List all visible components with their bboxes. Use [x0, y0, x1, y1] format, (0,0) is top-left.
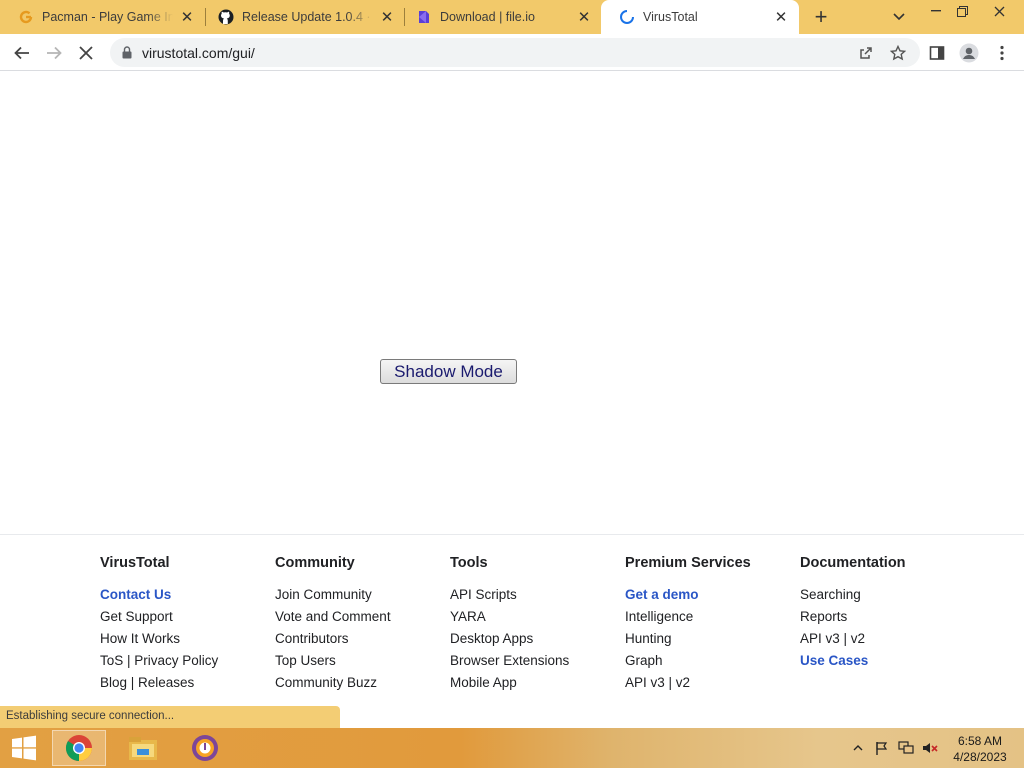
- tab-strip: Pacman - Play Game Inst ✕ Release Update…: [0, 0, 1024, 34]
- browser-toolbar: virustotal.com/gui/: [0, 34, 1024, 71]
- footer-link-hunting[interactable]: Hunting: [625, 630, 751, 652]
- tor-browser-icon[interactable]: [178, 730, 232, 766]
- url-text[interactable]: virustotal.com/gui/: [142, 45, 255, 61]
- show-hidden-icons-icon[interactable]: [850, 740, 866, 756]
- footer-link-graph[interactable]: Graph: [625, 652, 751, 674]
- close-tab-icon[interactable]: ✕: [379, 9, 395, 26]
- status-bubble: Establishing secure connection...: [0, 706, 340, 728]
- google-doodle-icon: [18, 9, 34, 25]
- footer-link-api-v3-v2-docs[interactable]: API v3 | v2: [800, 630, 906, 652]
- github-icon: [218, 9, 234, 25]
- footer-link-searching[interactable]: Searching: [800, 586, 906, 608]
- share-icon[interactable]: [856, 43, 876, 63]
- lock-icon[interactable]: [122, 46, 132, 64]
- footer-link-desktop-apps[interactable]: Desktop Apps: [450, 630, 569, 652]
- page-content: Shadow Mode VirusTotal Contact Us Get Su…: [0, 72, 1024, 728]
- network-icon[interactable]: [898, 740, 914, 756]
- tab-pacman[interactable]: Pacman - Play Game Inst ✕: [0, 0, 205, 34]
- chrome-icon[interactable]: [52, 730, 106, 766]
- footer-heading: Premium Services: [625, 555, 751, 571]
- footer-link-how-it-works[interactable]: How It Works: [100, 630, 218, 652]
- forward-arrow-icon[interactable]: [41, 40, 67, 66]
- footer-column-documentation: Documentation Searching Reports API v3 |…: [800, 555, 906, 674]
- clock-time: 6:58 AM: [957, 734, 1003, 748]
- side-panel-icon[interactable]: [924, 40, 950, 66]
- action-center-flag-icon[interactable]: [874, 740, 890, 756]
- tab-title: Pacman - Play Game Inst: [42, 10, 173, 24]
- footer-link-reports[interactable]: Reports: [800, 608, 906, 630]
- tab-title: Download | file.io: [440, 10, 535, 24]
- close-tab-icon[interactable]: ✕: [179, 9, 195, 26]
- address-bar[interactable]: virustotal.com/gui/: [110, 38, 920, 67]
- footer-link-intelligence[interactable]: Intelligence: [625, 608, 751, 630]
- profile-avatar-icon[interactable]: [956, 40, 982, 66]
- footer-column-community: Community Join Community Vote and Commen…: [275, 555, 391, 696]
- menu-kebab-icon[interactable]: [989, 40, 1015, 66]
- new-tab-button[interactable]: +: [809, 4, 833, 29]
- fileio-icon: [416, 9, 432, 25]
- footer-link-community-buzz[interactable]: Community Buzz: [275, 674, 391, 696]
- footer-link-blog-releases[interactable]: Blog | Releases: [100, 674, 218, 696]
- system-clock[interactable]: 6:58 AM 4/28/2023: [946, 733, 1014, 765]
- footer-link-top-users[interactable]: Top Users: [275, 652, 391, 674]
- close-window-icon[interactable]: [982, 0, 1016, 22]
- stop-loading-icon[interactable]: [73, 40, 99, 66]
- volume-muted-icon[interactable]: [922, 740, 938, 756]
- tab-title: Release Update 1.0.4 · the: [242, 10, 373, 24]
- footer-link-vote-comment[interactable]: Vote and Comment: [275, 608, 391, 630]
- footer-heading: Tools: [450, 555, 488, 571]
- footer-column-virustotal: VirusTotal Contact Us Get Support How It…: [100, 555, 218, 696]
- restore-icon[interactable]: [946, 0, 978, 22]
- windows-start-icon[interactable]: [4, 732, 44, 764]
- back-arrow-icon[interactable]: [9, 40, 35, 66]
- footer-link-contributors[interactable]: Contributors: [275, 630, 391, 652]
- footer-heading: Community: [275, 555, 355, 571]
- footer-link-yara[interactable]: YARA: [450, 608, 569, 630]
- footer-heading: Documentation: [800, 555, 906, 571]
- footer-link-use-cases[interactable]: Use Cases: [800, 652, 906, 674]
- windows-taskbar: 6:58 AM 4/28/2023: [0, 728, 1024, 768]
- footer-link-api-v3-v2[interactable]: API v3 | v2: [625, 674, 751, 696]
- bookmark-star-icon[interactable]: [888, 43, 908, 63]
- loading-spinner-icon: [619, 9, 635, 25]
- tab-fileio[interactable]: Download | file.io ✕: [398, 0, 602, 34]
- shadow-mode-button[interactable]: Shadow Mode: [380, 359, 517, 384]
- footer-link-get-support[interactable]: Get Support: [100, 608, 218, 630]
- footer-link-contact-us[interactable]: Contact Us: [100, 586, 218, 608]
- footer-column-premium-services: Premium Services Get a demo Intelligence…: [625, 555, 751, 696]
- footer-link-tos-privacy[interactable]: ToS | Privacy Policy: [100, 652, 218, 674]
- footer-link-browser-extensions[interactable]: Browser Extensions: [450, 652, 569, 674]
- footer-column-tools: Tools API Scripts YARA Desktop Apps Brow…: [450, 555, 569, 696]
- tab-virustotal[interactable]: VirusTotal ✕: [601, 0, 799, 34]
- close-tab-icon[interactable]: ✕: [773, 9, 789, 26]
- file-explorer-icon[interactable]: [116, 730, 170, 766]
- close-tab-icon[interactable]: ✕: [576, 9, 592, 26]
- footer-heading: VirusTotal: [100, 555, 170, 571]
- site-footer: VirusTotal Contact Us Get Support How It…: [0, 535, 1024, 728]
- footer-link-get-a-demo[interactable]: Get a demo: [625, 586, 751, 608]
- tab-release-update[interactable]: Release Update 1.0.4 · the ✕: [200, 0, 405, 34]
- footer-link-join-community[interactable]: Join Community: [275, 586, 391, 608]
- footer-link-mobile-app[interactable]: Mobile App: [450, 674, 569, 696]
- tab-title: VirusTotal: [643, 10, 698, 24]
- tab-search-chevron-icon[interactable]: [888, 6, 910, 28]
- footer-link-api-scripts[interactable]: API Scripts: [450, 586, 569, 608]
- clock-date: 4/28/2023: [953, 750, 1007, 764]
